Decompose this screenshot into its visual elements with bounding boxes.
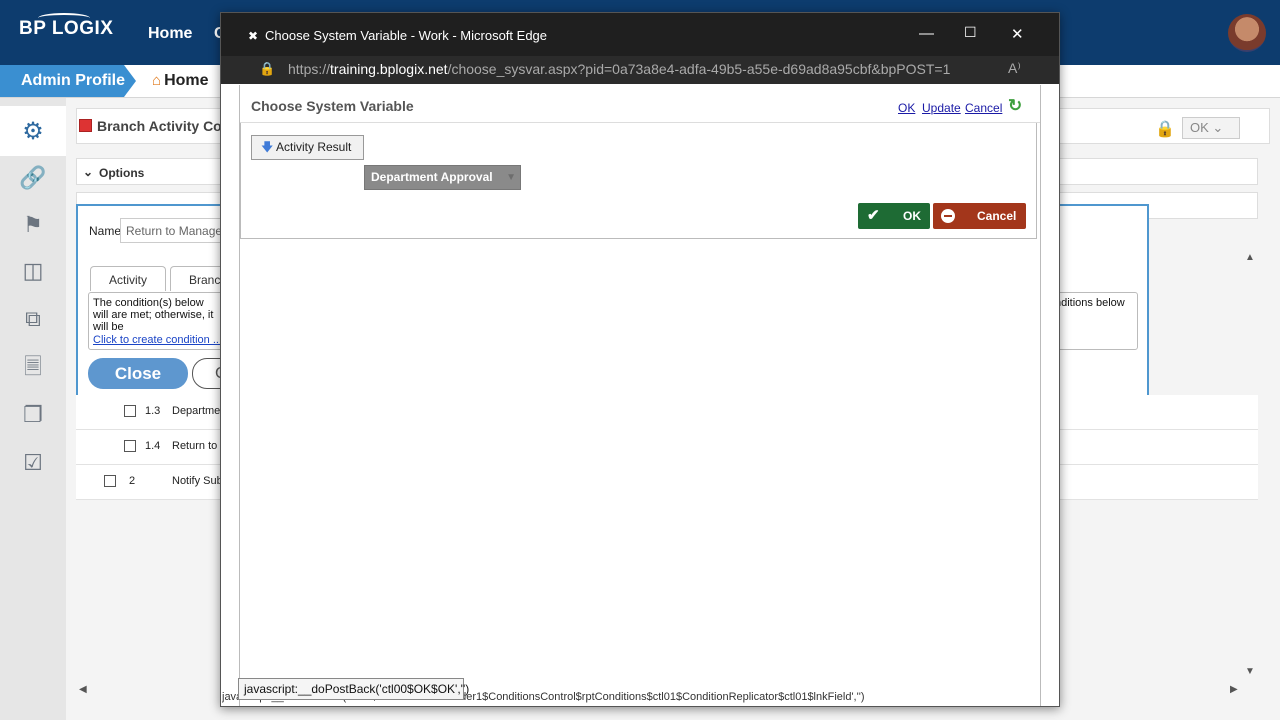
condition-text-right: nditions below — [1055, 297, 1125, 309]
row-label: Departme — [172, 405, 221, 417]
activity-select-value: Department Approval — [371, 170, 493, 184]
ok-dropdown[interactable]: OK ⌄ — [1182, 117, 1240, 139]
dialog-header: Choose System Variable OK Update Cancel … — [240, 93, 1040, 123]
link-icon[interactable]: 🔗 — [18, 163, 48, 193]
row-number: 1.3 — [145, 405, 161, 417]
lock-icon: 🔒 — [1155, 121, 1175, 138]
breadcrumb-admin-profile[interactable]: Admin Profile — [0, 65, 136, 97]
window-title: Choose System Variable - Work - Microsof… — [265, 28, 548, 43]
close-button[interactable]: Close — [88, 358, 188, 389]
chevron-down-icon: ⌄ — [83, 165, 94, 179]
refresh-icon[interactable]: ↻ — [1008, 96, 1022, 116]
name-label: Name — [89, 224, 122, 238]
breadcrumb-home-label: Home — [164, 72, 209, 89]
cancel-link[interactable]: Cancel — [965, 101, 1002, 115]
ok-button-label: OK — [903, 209, 921, 223]
breadcrumb-home[interactable]: ⌂ Home — [152, 72, 209, 90]
options-label: Options — [99, 166, 145, 180]
row-number: 1.4 — [145, 440, 161, 452]
dialog-title: Choose System Variable — [251, 98, 414, 114]
scroll-right-arrow[interactable]: ▶ — [1230, 684, 1238, 695]
read-aloud-icon[interactable]: A⁾ — [1008, 60, 1021, 77]
activity-select[interactable]: Department Approval ▼ — [364, 165, 521, 190]
cancel-button-label: Cancel — [977, 209, 1017, 223]
app-icon: ✖ — [248, 29, 259, 43]
user-avatar[interactable] — [1228, 14, 1266, 52]
nav-home[interactable]: Home — [148, 25, 192, 43]
condition-text: The condition(s) below will are met; oth… — [93, 297, 214, 333]
scroll-left-arrow[interactable]: ◀ — [79, 684, 87, 695]
arrow-down-icon: 🡇 — [261, 140, 274, 154]
bplogix-logo: BP LOGIX — [19, 18, 114, 39]
documents-icon[interactable]: ❐ — [18, 400, 48, 430]
close-icon[interactable]: ✕ — [1011, 25, 1024, 43]
minus-circle-icon — [941, 209, 955, 223]
page-title: Branch Activity Con — [97, 118, 231, 134]
ok-button[interactable]: ✔ OK — [858, 203, 930, 229]
row-checkbox[interactable] — [124, 405, 136, 417]
url-path: /choose_sysvar.aspx?pid=0a73a8e4-adfa-49… — [447, 61, 951, 77]
branch-activity-icon — [79, 119, 92, 132]
cancel-button[interactable]: Cancel — [933, 203, 1026, 229]
url-prefix: https:// — [288, 61, 331, 77]
create-condition-link[interactable]: Click to create condition ... — [93, 334, 222, 346]
activity-result-button[interactable]: 🡇 Activity Result — [251, 135, 364, 160]
address-bar[interactable]: 🔒 https://training.bplogix.net/choose_sy… — [221, 56, 1059, 84]
checklist-icon[interactable]: ☑ — [18, 448, 48, 478]
copy-icon[interactable]: ⧉ — [18, 304, 48, 334]
ok-link[interactable]: OK — [898, 101, 915, 115]
chevron-down-icon: ⌄ — [1212, 120, 1224, 135]
tab-activity[interactable]: Activity — [90, 266, 167, 291]
home-icon: ⌂ — [152, 72, 162, 89]
row-checkbox[interactable] — [124, 440, 136, 452]
ok-dropdown-label: OK — [1190, 120, 1209, 135]
scroll-down-arrow[interactable]: ▼ — [1245, 666, 1255, 677]
url-host: training.bplogix.net — [330, 61, 448, 77]
row-checkbox[interactable] — [104, 475, 116, 487]
update-link[interactable]: Update — [922, 101, 961, 115]
checkmark-icon: ✔ — [867, 207, 880, 224]
row-number: 2 — [129, 475, 136, 487]
lock-icon: 🔒 — [259, 61, 276, 76]
edge-popup-window: ✖ Choose System Variable - Work - Micros… — [220, 12, 1060, 707]
row-label: Return to — [172, 440, 218, 452]
popup-content: Choose System Variable OK Update Cancel … — [239, 85, 1041, 706]
secure-document-icon[interactable]: 🗏 — [18, 352, 48, 382]
scroll-up-arrow[interactable]: ▲ — [1245, 252, 1255, 263]
flag-icon[interactable]: ⚑ — [18, 210, 48, 240]
activity-result-label: Activity Result — [276, 140, 352, 154]
workflow-icon[interactable]: ◫ — [18, 256, 48, 286]
dialog-body: 🡇 Activity Result Department Approval ▼ … — [240, 123, 1037, 239]
url-text[interactable]: https://training.bplogix.net/choose_sysv… — [288, 61, 950, 77]
chevron-down-icon: ▼ — [506, 172, 516, 183]
settings-gear-icon[interactable]: ⚙ — [18, 117, 48, 147]
maximize-icon[interactable]: ☐ — [964, 24, 977, 41]
status-tooltip: javascript:__doPostBack('ctl00$OK$OK',''… — [238, 678, 469, 700]
row-label: Notify Sub — [172, 475, 223, 487]
window-title-bar: ✖ Choose System Variable - Work - Micros… — [221, 13, 1059, 56]
minimize-icon[interactable]: — — [919, 25, 934, 42]
